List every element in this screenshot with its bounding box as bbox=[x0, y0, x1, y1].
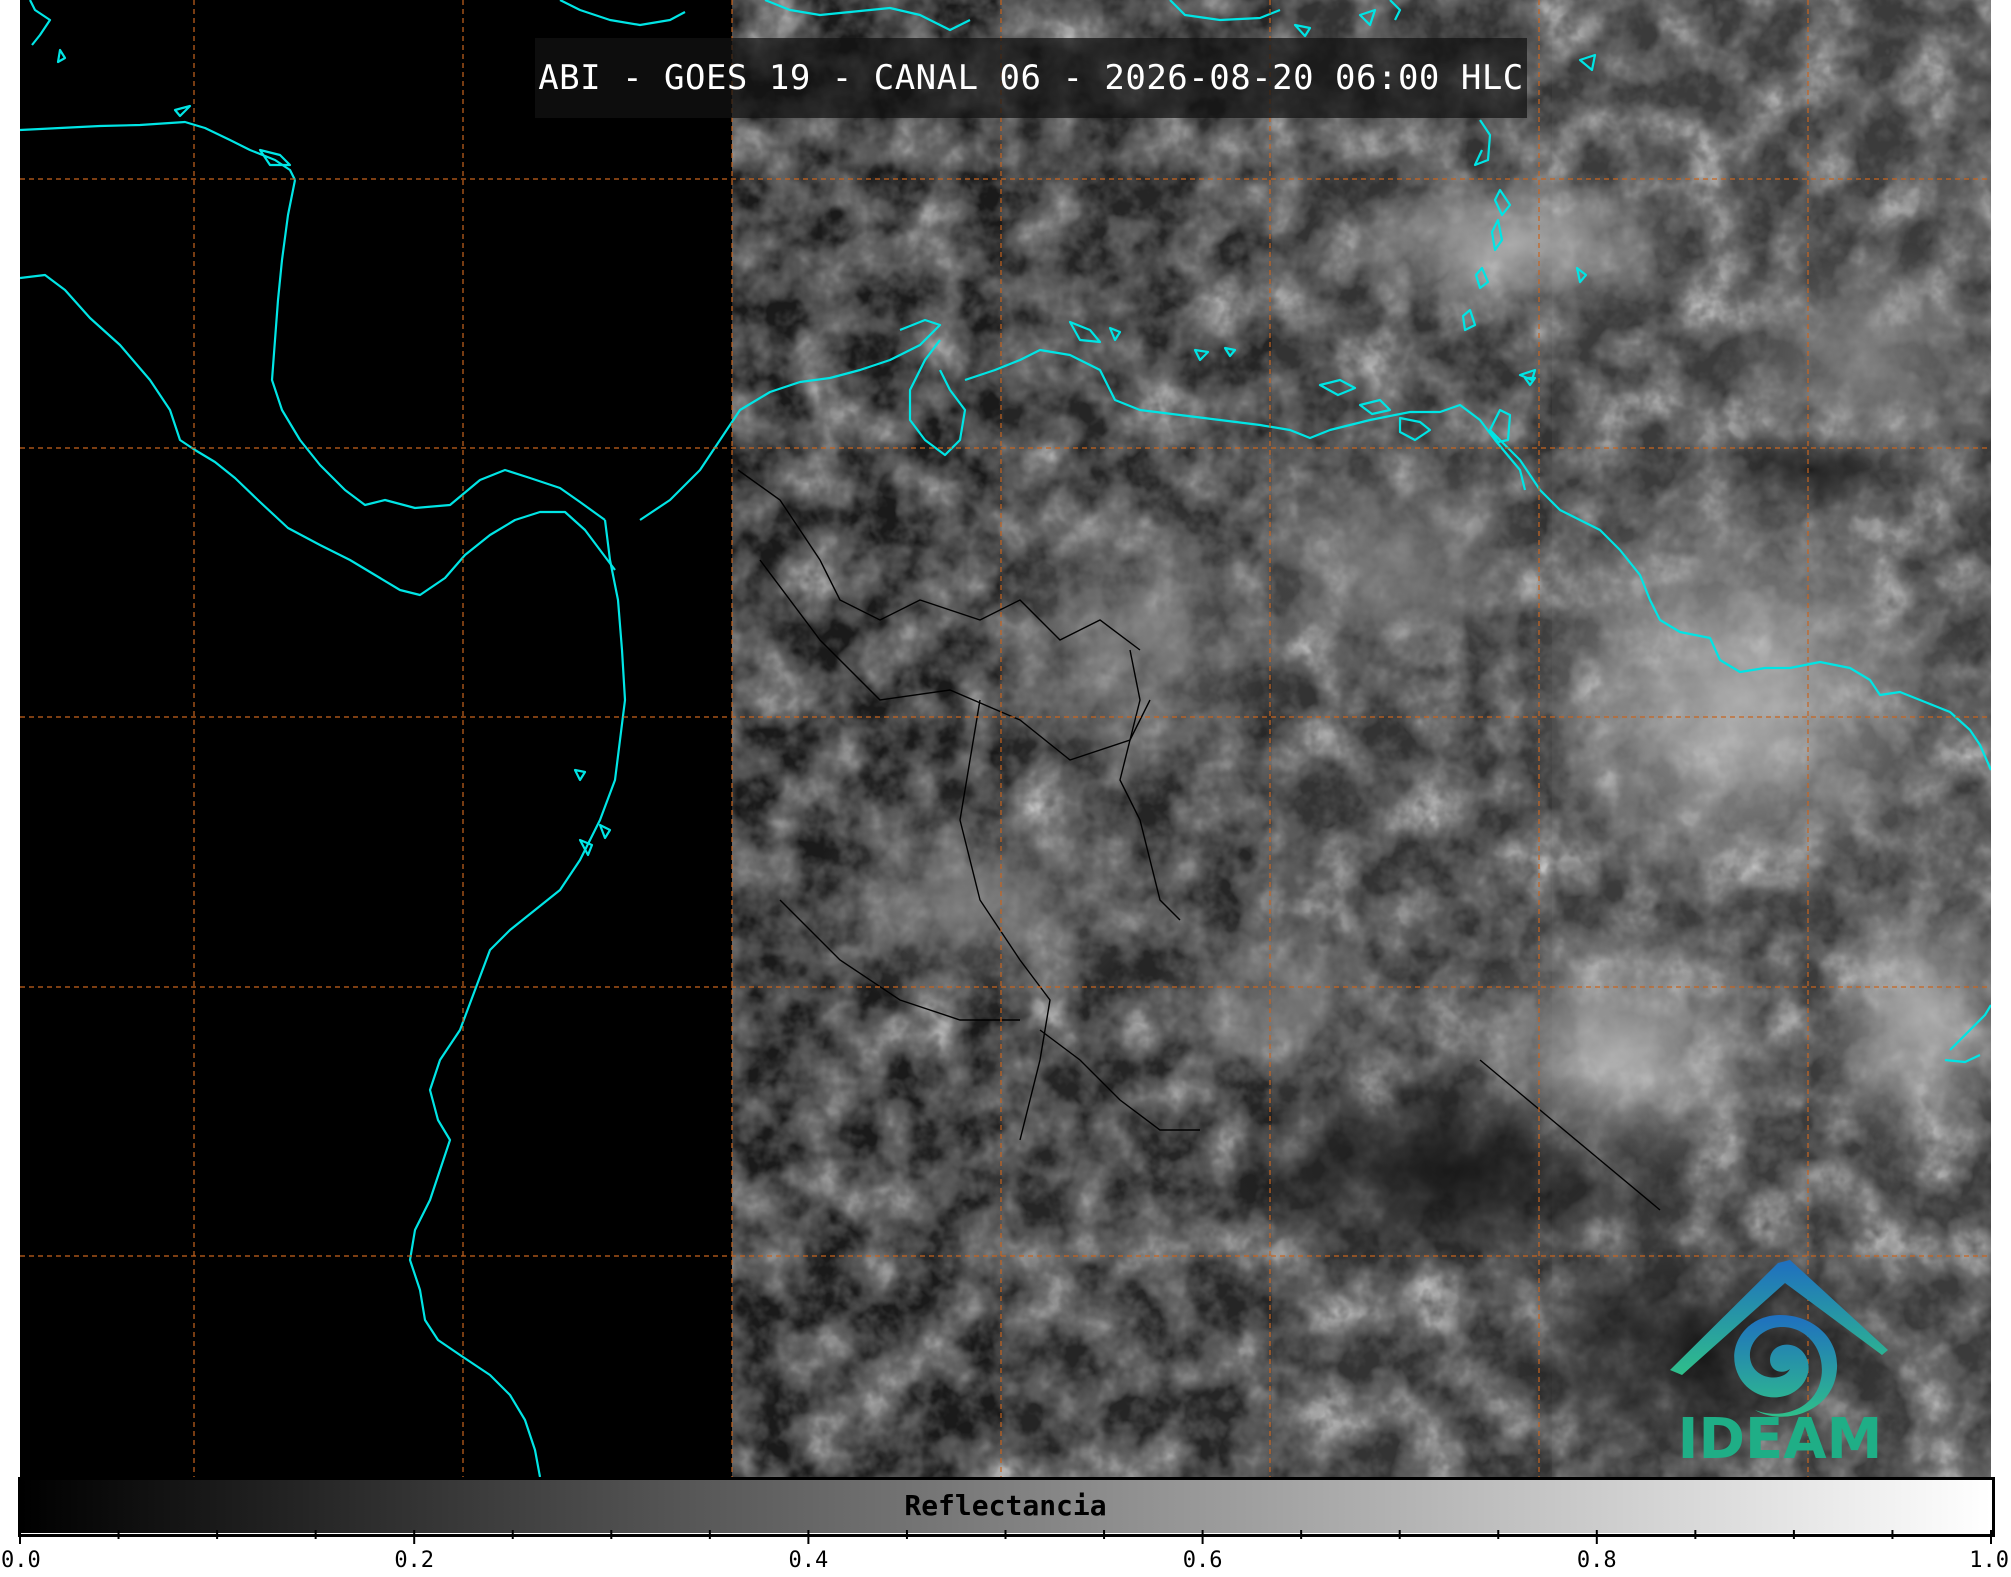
colorbar-label: Reflectancia bbox=[904, 1489, 1107, 1522]
colorbar-tick-label: 1.0 bbox=[1969, 1548, 2009, 1573]
colorbar-tick-label: 0.4 bbox=[789, 1548, 829, 1573]
colorbar-axis: 0.0 0.2 0.4 0.6 0.8 1.0 bbox=[1, 1530, 2009, 1573]
colorbar-tick-label: 0.0 bbox=[1, 1548, 41, 1573]
satellite-image-view: ABI - GOES 19 - CANAL 06 - 2026-08-20 06… bbox=[0, 0, 2011, 1577]
colorbar-tick-label: 0.2 bbox=[394, 1548, 434, 1573]
logo-text: IDEAM bbox=[1677, 1407, 1883, 1472]
image-title: ABI - GOES 19 - CANAL 06 - 2026-08-20 06… bbox=[538, 58, 1524, 98]
colorbar-tick-label: 0.8 bbox=[1577, 1548, 1617, 1573]
colorbar-tick-label: 0.6 bbox=[1183, 1548, 1223, 1573]
